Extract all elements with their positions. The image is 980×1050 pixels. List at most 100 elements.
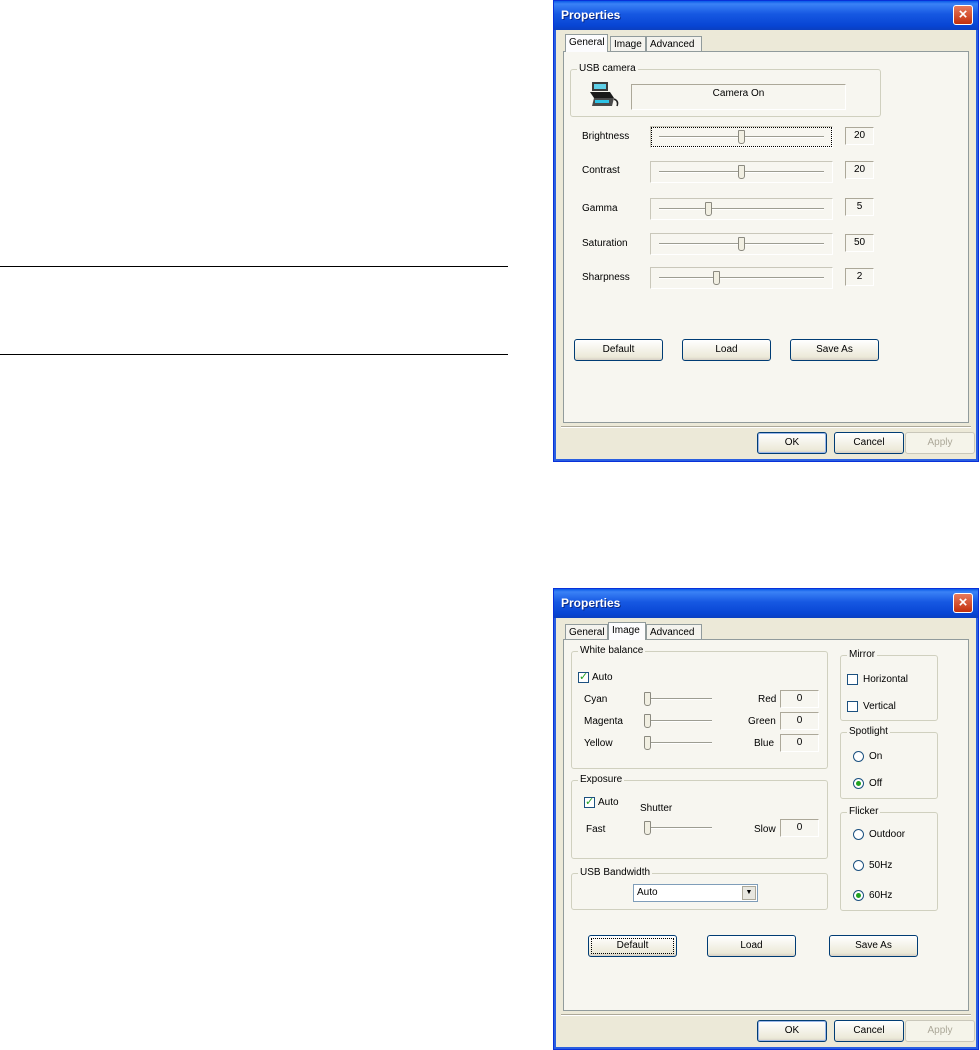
save-as-button[interactable]: Save As: [829, 935, 918, 957]
chevron-down-icon[interactable]: ▼: [742, 886, 756, 900]
contrast-slider[interactable]: [650, 161, 833, 183]
spotlight-group-label: Spotlight: [847, 726, 890, 738]
load-button[interactable]: Load: [682, 339, 771, 361]
save-as-button[interactable]: Save As: [790, 339, 879, 361]
window-title: Properties: [561, 596, 621, 610]
tab-general[interactable]: General: [565, 624, 608, 639]
flicker-60hz-label: 60Hz: [869, 890, 893, 901]
cyan-red-slider[interactable]: [640, 689, 720, 711]
properties-window-image: Properties × General Image Advanced Whit…: [553, 588, 979, 1050]
blue-value: 0: [780, 734, 819, 752]
usb-camera-icon: [590, 82, 619, 107]
saturation-label: Saturation: [582, 238, 628, 249]
default-button[interactable]: Default: [588, 935, 677, 957]
tab-panel-general: USB camera Camera On Brightness 20 Contr…: [563, 51, 969, 423]
title-bar[interactable]: Properties ×: [554, 589, 978, 618]
mirror-group-label: Mirror: [847, 649, 878, 661]
tab-advanced[interactable]: Advanced: [646, 624, 702, 639]
slider-thumb[interactable]: [704, 202, 712, 216]
tab-panel-image: White balance ✓ Auto Cyan Red 0 Magenta …: [563, 639, 969, 1011]
properties-window-general: Properties × General Image Advanced USB …: [553, 0, 979, 462]
red-value: 0: [780, 690, 819, 708]
slider-thumb[interactable]: [712, 271, 720, 285]
default-button[interactable]: Default: [574, 339, 663, 361]
close-icon[interactable]: ×: [953, 593, 973, 613]
slider-thumb[interactable]: [644, 736, 651, 750]
horizontal-rule-bottom: [0, 354, 508, 355]
exposure-group-label: Exposure: [578, 774, 625, 786]
footer-separator: [561, 426, 971, 428]
footer-separator: [561, 1014, 971, 1016]
white-balance-group-label: White balance: [578, 645, 646, 657]
spotlight-group: Spotlight On Off: [840, 726, 938, 799]
magenta-green-slider[interactable]: [640, 711, 720, 733]
brightness-slider[interactable]: [650, 126, 833, 148]
saturation-value: 50: [845, 234, 874, 252]
sharpness-slider[interactable]: [650, 267, 833, 289]
exposure-auto-label: Auto: [598, 797, 619, 808]
shutter-slider[interactable]: [640, 818, 720, 840]
slider-thumb[interactable]: [737, 130, 745, 144]
brightness-value: 20: [845, 127, 874, 145]
flicker-outdoor-label: Outdoor: [869, 829, 906, 840]
mirror-horizontal-checkbox[interactable]: [847, 674, 858, 685]
mirror-vertical-checkbox[interactable]: [847, 701, 858, 712]
apply-button: Apply: [905, 432, 975, 454]
shutter-label: Shutter: [640, 803, 673, 814]
usb-camera-group-label: USB camera: [577, 63, 638, 75]
yellow-blue-slider[interactable]: [640, 733, 720, 755]
slider-thumb[interactable]: [737, 237, 745, 251]
brightness-label: Brightness: [582, 131, 630, 142]
flicker-50hz-radio[interactable]: [853, 860, 864, 871]
white-balance-group: White balance ✓ Auto Cyan Red 0 Magenta …: [571, 645, 828, 769]
flicker-60hz-radio[interactable]: [853, 890, 864, 901]
ok-button[interactable]: OK: [757, 432, 827, 454]
mirror-group: Mirror Horizontal Vertical: [840, 649, 938, 721]
slider-thumb[interactable]: [644, 692, 651, 706]
slider-thumb[interactable]: [644, 821, 651, 835]
window-client: General Image Advanced USB camera Camera…: [557, 30, 975, 458]
spotlight-off-radio[interactable]: [853, 778, 864, 789]
white-balance-auto-checkbox[interactable]: ✓: [578, 672, 589, 683]
gamma-slider[interactable]: [650, 198, 833, 220]
tab-image[interactable]: Image: [610, 36, 646, 51]
cyan-label: Cyan: [584, 694, 608, 705]
magenta-label: Magenta: [584, 716, 623, 727]
tab-advanced[interactable]: Advanced: [646, 36, 702, 51]
flicker-outdoor-radio[interactable]: [853, 829, 864, 840]
green-label: Green: [748, 716, 776, 727]
load-button[interactable]: Load: [707, 935, 796, 957]
spotlight-on-radio[interactable]: [853, 751, 864, 762]
contrast-value: 20: [845, 161, 874, 179]
usb-bandwidth-group-label: USB Bandwidth: [578, 867, 653, 879]
tab-general[interactable]: General: [565, 34, 608, 52]
sharpness-label: Sharpness: [582, 272, 630, 283]
usb-bandwidth-group: USB Bandwidth Auto ▼: [571, 867, 828, 910]
usb-bandwidth-selected: Auto: [637, 887, 658, 898]
cancel-button[interactable]: Cancel: [834, 432, 904, 454]
close-icon[interactable]: ×: [953, 5, 973, 25]
spotlight-off-label: Off: [869, 778, 883, 789]
gamma-value: 5: [845, 198, 874, 216]
cancel-button[interactable]: Cancel: [834, 1020, 904, 1042]
camera-status-box: Camera On: [631, 84, 846, 110]
title-bar[interactable]: Properties ×: [554, 1, 978, 30]
exposure-auto-checkbox[interactable]: ✓: [584, 797, 595, 808]
apply-button: Apply: [905, 1020, 975, 1042]
slider-thumb[interactable]: [644, 714, 651, 728]
slider-thumb[interactable]: [737, 165, 745, 179]
usb-bandwidth-select[interactable]: Auto ▼: [633, 884, 758, 902]
sharpness-value: 2: [845, 268, 874, 286]
blue-label: Blue: [754, 738, 775, 749]
flicker-50hz-label: 50Hz: [869, 860, 893, 871]
white-balance-auto-label: Auto: [592, 672, 613, 683]
flicker-group-label: Flicker: [847, 806, 881, 818]
saturation-slider[interactable]: [650, 233, 833, 255]
spotlight-on-label: On: [869, 751, 883, 762]
window-title: Properties: [561, 8, 621, 22]
fast-label: Fast: [586, 824, 606, 835]
ok-button[interactable]: OK: [757, 1020, 827, 1042]
usb-camera-group: USB camera Camera On: [570, 63, 881, 117]
tab-image[interactable]: Image: [608, 622, 646, 640]
window-client: General Image Advanced White balance ✓ A…: [557, 618, 975, 1046]
